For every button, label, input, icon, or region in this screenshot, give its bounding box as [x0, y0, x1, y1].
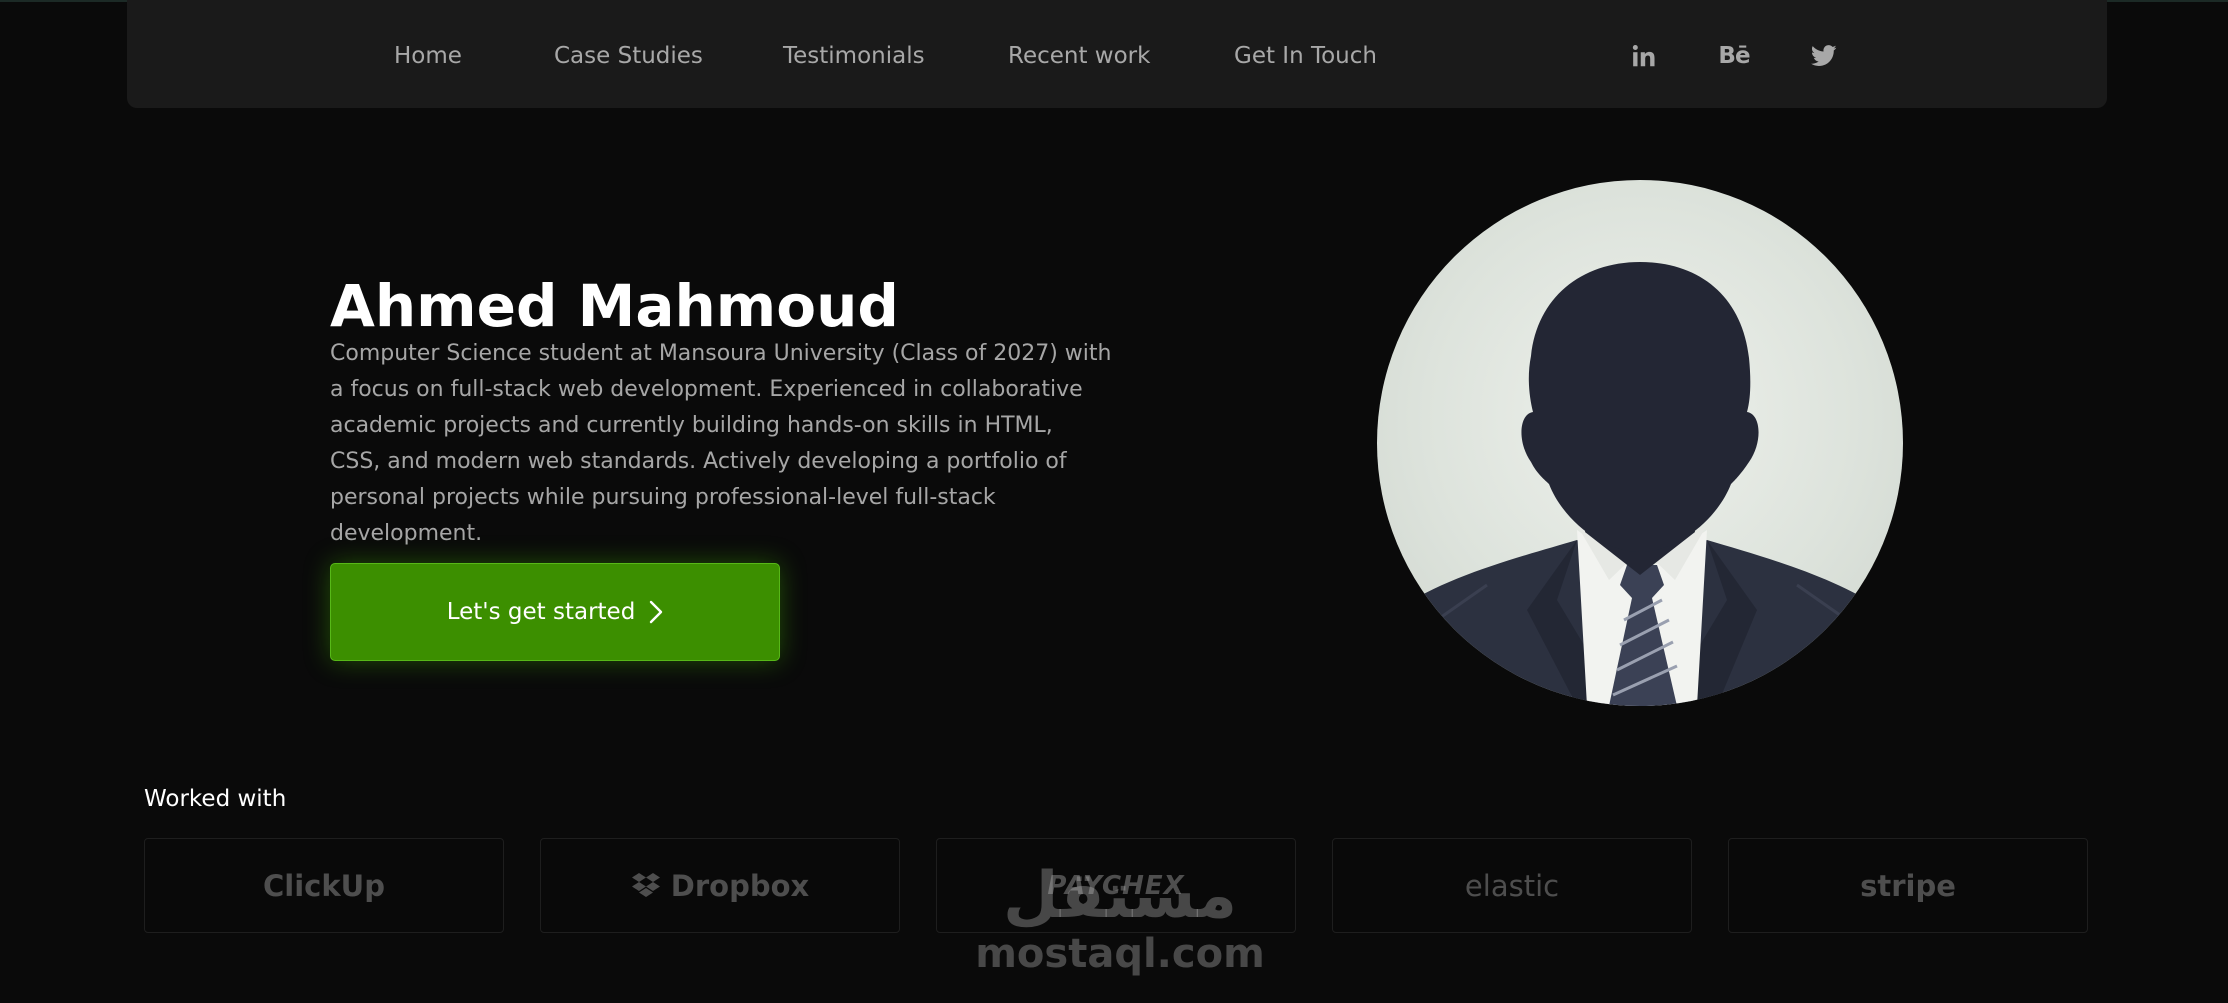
- profile-avatar: [1377, 180, 1903, 706]
- hero-description-line: CSS, and modern web standards. Actively …: [330, 449, 1067, 474]
- person-silhouette-icon: [1377, 262, 1903, 706]
- hero-description-line: personal projects while pursuing profess…: [330, 485, 996, 546]
- hero-description-line: Computer Science student at Mansoura Uni…: [330, 341, 1112, 366]
- dropbox-logo: Dropbox: [670, 868, 810, 903]
- linkedin-icon[interactable]: [1624, 36, 1664, 76]
- behance-icon[interactable]: Bē: [1714, 36, 1754, 76]
- worked-with-label: Worked with: [144, 786, 287, 812]
- logo-card-stripe: stripe: [1728, 838, 2088, 933]
- chevron-right-icon: [650, 600, 663, 624]
- nav-link-recent-work[interactable]: Recent work: [1008, 40, 1150, 72]
- hero-description-line: academic projects and currently building…: [330, 413, 1053, 438]
- nav-link-get-in-touch[interactable]: Get In Touch: [1234, 40, 1377, 72]
- hero-description: Computer Science student at Mansoura Uni…: [330, 336, 1140, 552]
- logo-card-dropbox: Dropbox: [540, 838, 900, 933]
- stripe-logo: stripe: [1860, 868, 1956, 903]
- linkedin-glyph: [1632, 45, 1655, 67]
- paychex-logo: PAYCHEX: [1047, 870, 1185, 901]
- logo-card-elastic: elastic: [1332, 838, 1692, 933]
- get-started-label: Let's get started: [446, 599, 636, 625]
- hero-name: Ahmed Mahmoud: [330, 271, 899, 340]
- behance-label: Bē: [1718, 43, 1750, 69]
- twitter-icon[interactable]: [1804, 36, 1844, 76]
- dropbox-icon: [631, 872, 660, 897]
- get-started-button[interactable]: Let's get started: [330, 563, 780, 661]
- watermark-latin: mostaql.com: [975, 931, 1265, 977]
- nav-link-case-studies[interactable]: Case Studies: [554, 40, 703, 72]
- elastic-logo: elastic: [1464, 868, 1560, 903]
- logo-card-paychex: PAYCHEX: [936, 838, 1296, 933]
- nav-link-testimonials[interactable]: Testimonials: [783, 40, 925, 72]
- logo-card-clickup: ClickUp: [144, 838, 504, 933]
- top-navbar: Home Case Studies Testimonials Recent wo…: [127, 0, 2107, 108]
- hero-description-line: a focus on full-stack web development. E…: [330, 377, 1083, 402]
- clickup-logo: ClickUp: [263, 868, 385, 903]
- twitter-glyph: [1811, 45, 1837, 66]
- nav-link-home[interactable]: Home: [394, 40, 462, 72]
